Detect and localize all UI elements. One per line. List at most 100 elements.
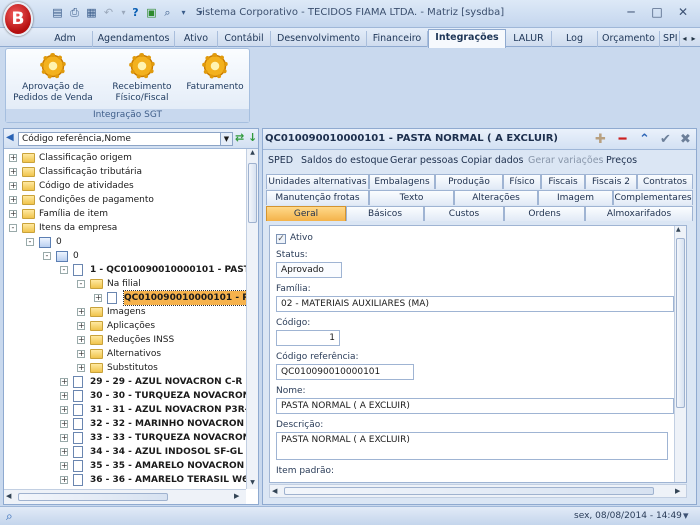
tab-ativo[interactable]: Ativo bbox=[175, 31, 218, 47]
scroll-down-icon[interactable]: ▼ bbox=[248, 479, 257, 489]
gerar-pessoas-link[interactable]: Gerar pessoas bbox=[390, 155, 458, 166]
tab-almoxarifados[interactable]: Almoxarifados bbox=[585, 206, 693, 221]
tab-unidades-alternativas[interactable]: Unidades alternativas bbox=[266, 174, 369, 189]
tab-contratos[interactable]: Contratos bbox=[637, 174, 693, 189]
tree-node[interactable]: - Na filial bbox=[4, 277, 246, 291]
collapse-icon[interactable]: - bbox=[60, 266, 68, 274]
tab-integracoes[interactable]: Integrações bbox=[428, 29, 506, 48]
tab-basicos[interactable]: Básicos bbox=[346, 206, 424, 221]
expand-icon[interactable]: + bbox=[60, 420, 68, 428]
tab-lalur[interactable]: LALUR bbox=[506, 31, 552, 47]
remove-icon[interactable]: ━ bbox=[615, 132, 630, 147]
undo-icon[interactable]: ↶ bbox=[101, 6, 116, 20]
tree-node[interactable]: + Classificação tributária bbox=[4, 165, 246, 179]
tab-ordens[interactable]: Ordens bbox=[504, 206, 585, 221]
scrollbar-thumb[interactable] bbox=[676, 238, 685, 408]
printer-icon[interactable]: ▦ bbox=[84, 6, 99, 20]
tree-node[interactable]: -0 bbox=[4, 249, 246, 263]
tab-fiscais[interactable]: Fiscais bbox=[541, 174, 585, 189]
tab-log[interactable]: Log bbox=[552, 31, 598, 47]
tree-vertical-scrollbar[interactable]: ▲ ▼ bbox=[246, 149, 258, 489]
nome-field[interactable]: PASTA NORMAL ( A EXCLUIR) bbox=[276, 398, 674, 414]
collapse-icon[interactable]: - bbox=[9, 224, 17, 232]
codigo-referencia-field[interactable]: QC010090010000101 bbox=[276, 364, 414, 380]
expand-icon[interactable]: + bbox=[77, 364, 85, 372]
scrollbar-thumb[interactable] bbox=[18, 493, 168, 501]
item-tree[interactable]: + Classificação origem + Classificação trib… bbox=[4, 149, 246, 489]
tab-financeiro[interactable]: Financeiro bbox=[367, 31, 428, 47]
tab-alteracoes[interactable]: Alterações bbox=[454, 190, 538, 205]
tree-node[interactable]: +29 - 29 - AZUL NOVACRON C-R bbox=[4, 375, 246, 389]
scroll-up-icon[interactable]: ▲ bbox=[676, 226, 681, 233]
tab-fisico[interactable]: Físico bbox=[503, 174, 541, 189]
scroll-right-icon[interactable]: ▶ bbox=[675, 487, 680, 495]
cancel-x-icon[interactable]: ✖ bbox=[678, 132, 693, 147]
expand-icon[interactable]: + bbox=[77, 336, 85, 344]
tree-node[interactable]: +34 - 34 - AZUL INDOSOL SF-GL F bbox=[4, 445, 246, 459]
tree-node[interactable]: -0 bbox=[4, 235, 246, 249]
new-document-icon[interactable]: ▤ bbox=[50, 6, 65, 20]
app-menu-button[interactable]: B bbox=[3, 2, 33, 36]
tab-complementares[interactable]: Complementares bbox=[613, 190, 693, 205]
tree-node[interactable]: +32 - 32 - MARINHO NOVACRON F bbox=[4, 417, 246, 431]
arrow-down-icon[interactable]: ↓ bbox=[248, 131, 257, 144]
gerar-variacoes-link[interactable]: Gerar variações bbox=[528, 155, 604, 166]
expand-icon[interactable]: + bbox=[60, 392, 68, 400]
minimize-icon[interactable]: ─ bbox=[618, 4, 644, 22]
expand-icon[interactable]: + bbox=[60, 462, 68, 470]
precos-link[interactable]: Preços bbox=[606, 155, 637, 166]
tree-node[interactable]: - 1 - QC010090010000101 - PASTA NORMAL bbox=[4, 263, 246, 277]
tab-texto[interactable]: Texto bbox=[369, 190, 454, 205]
expand-icon[interactable]: + bbox=[77, 350, 85, 358]
scroll-left-icon[interactable]: ◀ bbox=[272, 487, 277, 495]
form-horizontal-scrollbar[interactable]: ◀ ▶ bbox=[269, 484, 687, 498]
tree-node[interactable]: + Classificação origem bbox=[4, 151, 246, 165]
tab-contabil[interactable]: Contábil bbox=[218, 31, 271, 47]
tab-custos[interactable]: Custos bbox=[424, 206, 504, 221]
maximize-icon[interactable]: □ bbox=[644, 4, 670, 22]
tab-spi[interactable]: SPI bbox=[660, 31, 680, 47]
close-icon[interactable]: ✕ bbox=[670, 4, 696, 22]
tree-node[interactable]: +31 - 31 - AZUL NOVACRON P3R- bbox=[4, 403, 246, 417]
saldos-estoque-link[interactable]: Saldos do estoque bbox=[301, 155, 388, 166]
expand-icon[interactable]: + bbox=[9, 210, 17, 218]
confirm-check-icon[interactable]: ✔ bbox=[658, 132, 673, 147]
aprovacao-pedidos-button[interactable]: Aprovação de Pedidos de Venda bbox=[10, 53, 96, 104]
back-arrow-icon[interactable]: ◀ bbox=[6, 132, 14, 143]
tree-node[interactable]: +35 - 35 - AMARELO NOVACRON ( bbox=[4, 459, 246, 473]
sped-link[interactable]: SPED bbox=[268, 155, 293, 166]
faturamento-button[interactable]: Faturamento bbox=[184, 53, 246, 93]
tree-node[interactable]: +30 - 30 - TURQUEZA NOVACRON bbox=[4, 389, 246, 403]
minimize-panel-icon[interactable]: ▾ bbox=[683, 509, 689, 522]
expand-icon[interactable]: + bbox=[9, 182, 17, 190]
codigo-field[interactable]: 1 bbox=[276, 330, 340, 346]
tab-embalagens[interactable]: Embalagens bbox=[369, 174, 435, 189]
tree-node[interactable]: + Imagens bbox=[4, 305, 246, 319]
swap-icon[interactable]: ⇄ bbox=[235, 131, 244, 144]
expand-icon[interactable]: + bbox=[60, 476, 68, 484]
tab-scroll-left-icon[interactable]: ◂ bbox=[680, 32, 689, 45]
tree-node[interactable]: + Substitutos bbox=[4, 361, 246, 375]
tree-node[interactable]: +36 - 36 - AMARELO TERASIL W6 bbox=[4, 473, 246, 487]
scroll-right-icon[interactable]: ▶ bbox=[234, 492, 239, 500]
tab-producao[interactable]: Produção bbox=[435, 174, 503, 189]
collapse-icon[interactable]: - bbox=[43, 252, 51, 260]
tree-node[interactable]: + Aplicações bbox=[4, 319, 246, 333]
tree-node[interactable]: - Itens da empresa bbox=[4, 221, 246, 235]
ativo-checkbox[interactable]: ✓ bbox=[276, 234, 286, 244]
expand-icon[interactable]: + bbox=[60, 378, 68, 386]
tab-fiscais-2[interactable]: Fiscais 2 bbox=[585, 174, 637, 189]
expand-icon[interactable]: + bbox=[9, 168, 17, 176]
expand-icon[interactable]: + bbox=[9, 196, 17, 204]
expand-icon[interactable]: + bbox=[60, 406, 68, 414]
tree-node[interactable]: + Alternativos bbox=[4, 347, 246, 361]
tree-node[interactable]: +33 - 33 - TURQUEZA NOVACRON bbox=[4, 431, 246, 445]
tab-orcamento[interactable]: Orçamento bbox=[598, 31, 660, 47]
descricao-field[interactable]: PASTA NORMAL ( A EXCLUIR) bbox=[276, 432, 668, 460]
copiar-dados-link[interactable]: Copiar dados bbox=[461, 155, 524, 166]
scrollbar-thumb[interactable] bbox=[284, 487, 654, 495]
form-vertical-scrollbar[interactable]: ▲ bbox=[674, 226, 686, 482]
scroll-left-icon[interactable]: ◀ bbox=[6, 492, 11, 500]
tab-adm[interactable]: Adm bbox=[38, 31, 93, 47]
tab-imagem[interactable]: Imagem bbox=[538, 190, 613, 205]
